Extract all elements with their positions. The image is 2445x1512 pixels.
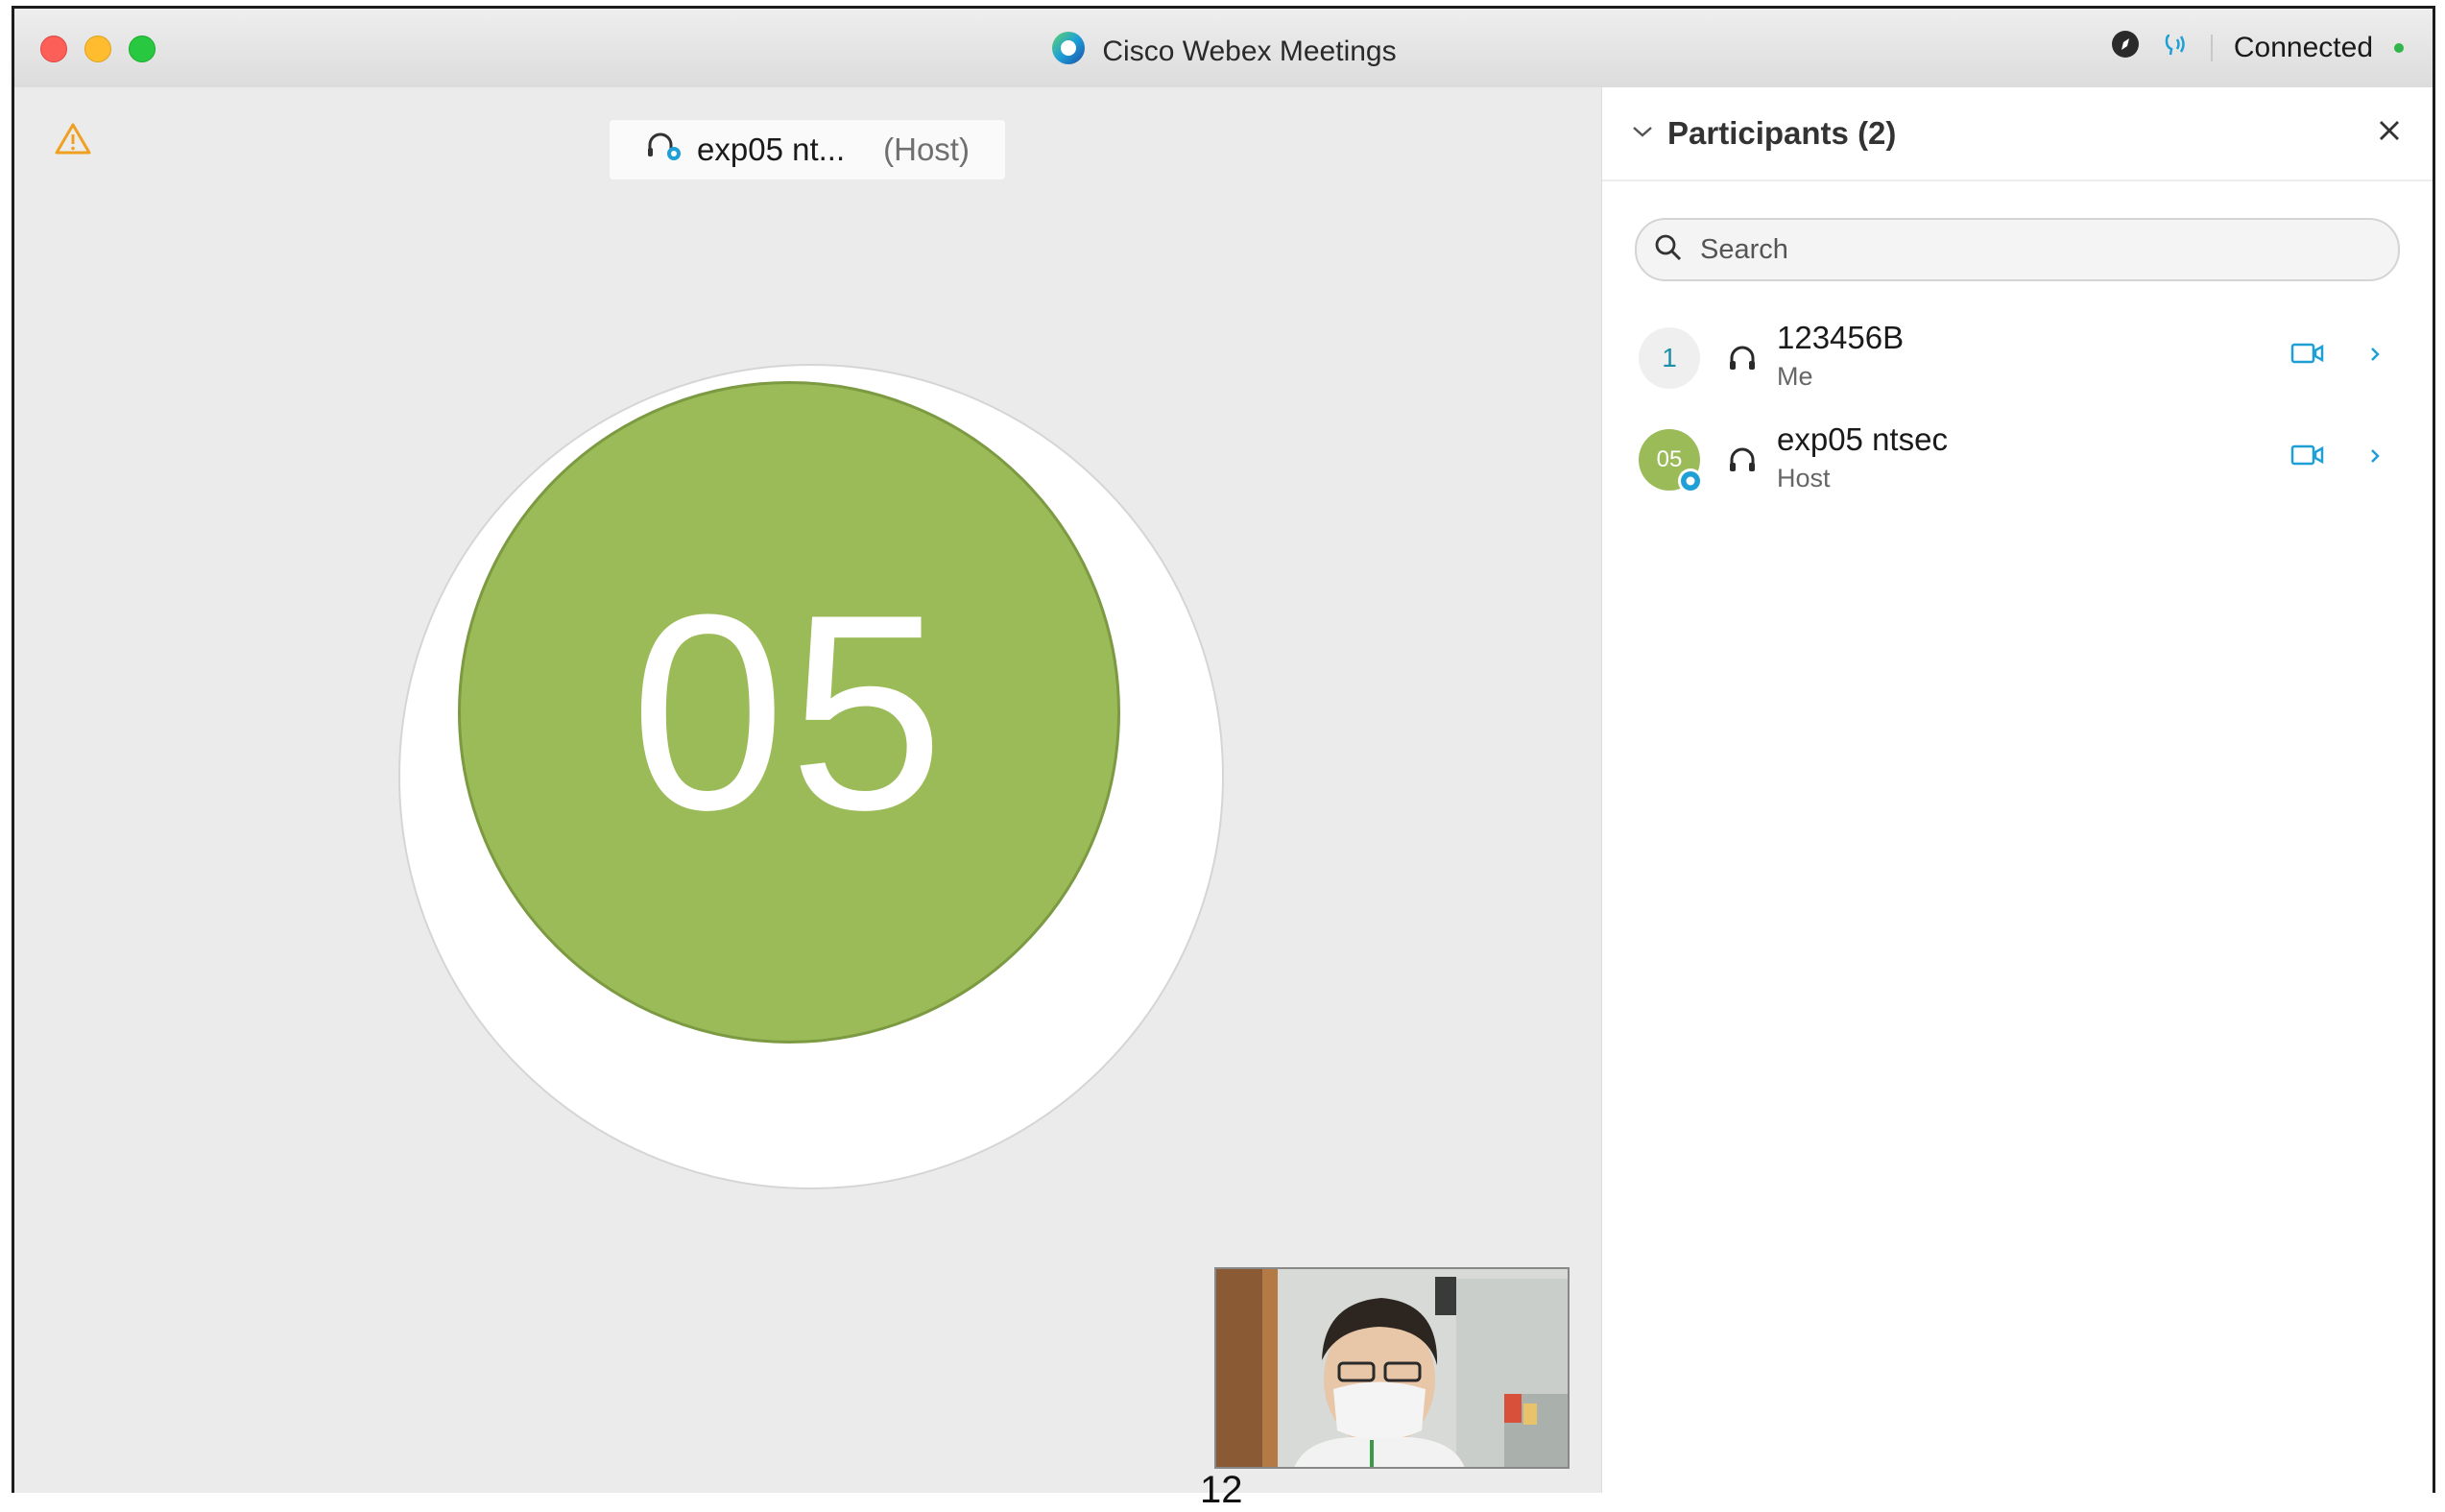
participant-role: Me xyxy=(1777,362,1813,391)
active-speaker-label: exp05 nt... (Host) xyxy=(610,120,1005,180)
headset-icon xyxy=(1727,446,1758,480)
title-bar: Cisco Webex Meetings Connected xyxy=(14,9,2433,89)
webex-logo-icon xyxy=(1050,30,1087,74)
active-speaker-avatar: 05 xyxy=(458,381,1120,1044)
active-speaker-name: exp05 nt... xyxy=(697,132,846,167)
participants-panel-title: Participants (2) xyxy=(1667,115,1897,151)
search-input[interactable] xyxy=(1698,232,2398,267)
participant-avatar: 1 xyxy=(1639,327,1700,389)
participants-panel-header: Participants (2) xyxy=(1602,87,2433,181)
connection-status-dot xyxy=(2394,43,2404,53)
window-title: Cisco Webex Meetings xyxy=(1102,36,1397,67)
headset-icon xyxy=(645,130,683,170)
headset-icon xyxy=(1727,345,1758,378)
participant-name: exp05 ntsec xyxy=(1777,421,1948,457)
video-camera-icon[interactable] xyxy=(2290,341,2325,371)
audio-indicator-icon[interactable] xyxy=(2161,30,2190,66)
title-bar-divider xyxy=(2210,35,2213,61)
page-number: 12 xyxy=(1200,1469,1243,1511)
self-view-video[interactable] xyxy=(1214,1267,1570,1469)
chevron-right-icon[interactable] xyxy=(2367,444,2383,472)
connection-status: Connected xyxy=(2233,32,2373,63)
video-stage: exp05 nt... (Host) 05 xyxy=(14,87,1601,1493)
compass-icon[interactable] xyxy=(2111,30,2140,66)
participant-row[interactable]: 1 123456B Me xyxy=(1602,316,2433,404)
self-view-image xyxy=(1216,1269,1568,1467)
close-icon[interactable] xyxy=(2375,116,2404,150)
participant-row[interactable]: 05 exp05 ntsec Host xyxy=(1602,418,2433,506)
participant-search[interactable] xyxy=(1635,218,2400,281)
search-icon xyxy=(1654,233,1683,267)
warning-icon[interactable] xyxy=(55,122,91,159)
active-speaker-role: (Host) xyxy=(883,132,970,167)
video-camera-icon[interactable] xyxy=(2290,443,2325,472)
chevron-right-icon[interactable] xyxy=(2367,343,2383,371)
participant-name: 123456B xyxy=(1777,320,1905,355)
webex-logo-icon xyxy=(1677,468,1704,499)
chevron-down-icon[interactable] xyxy=(1631,124,1654,144)
participant-role: Host xyxy=(1777,464,1831,492)
participants-panel: Participants (2) 1 xyxy=(1601,87,2433,1493)
webex-window: Cisco Webex Meetings Connected exp05 nt.… xyxy=(12,6,2435,1493)
